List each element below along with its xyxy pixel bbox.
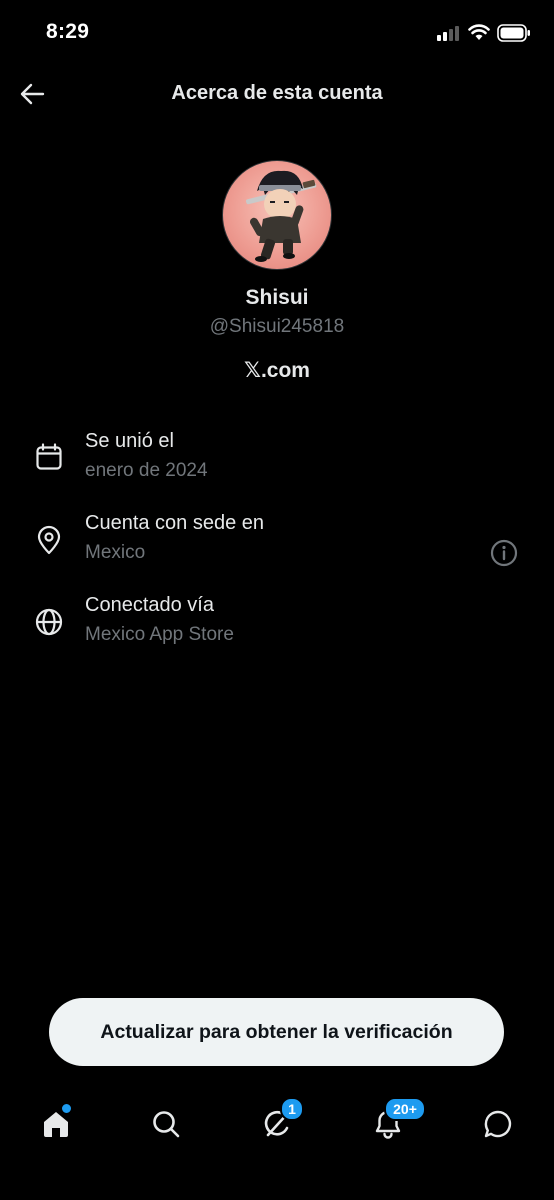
header: Acerca de esta cuenta: [0, 66, 554, 122]
status-bar: 8:29: [0, 0, 554, 66]
info-row-title: Cuenta con sede en: [85, 512, 265, 534]
info-circle-icon[interactable]: [489, 538, 519, 568]
notifications-badge: 20+: [384, 1097, 426, 1121]
info-row-title: Se unió el: [85, 430, 174, 452]
profile-handle: @Shisui245818: [209, 316, 345, 337]
info-row-location: Cuenta con sede en Mexico: [0, 512, 554, 576]
avatar[interactable]: [222, 160, 332, 270]
search-icon: [153, 1111, 180, 1138]
signal-icon: [437, 26, 459, 41]
nav-grok[interactable]: 1: [257, 1097, 304, 1144]
bottom-nav: 1 20+: [0, 1086, 554, 1200]
status-time: 8:29: [46, 20, 90, 43]
globe-icon: [35, 608, 63, 636]
profile-site: 𝕏.com: [244, 359, 310, 382]
avatar-image: [246, 170, 317, 262]
info-row-value: enero de 2024: [85, 460, 208, 481]
grok-badge: 1: [280, 1097, 304, 1121]
info-row-connected: Conectado vía Mexico App Store: [0, 594, 554, 658]
info-row-value: Mexico App Store: [85, 624, 234, 645]
calendar-icon: [36, 443, 62, 470]
info-row-joined: Se unió el enero de 2024: [0, 430, 554, 494]
info-row-value: Mexico: [85, 542, 146, 563]
new-posts-dot: [60, 1102, 73, 1115]
location-pin-icon: [37, 525, 61, 555]
nav-home[interactable]: [36, 1102, 76, 1144]
profile-name: Shisui: [245, 286, 309, 309]
page-title: Acerca de esta cuenta: [171, 82, 383, 104]
info-row-title: Conectado vía: [85, 594, 214, 616]
chat-bubble-icon: [484, 1110, 512, 1138]
battery-icon: [497, 24, 530, 42]
nav-notifications[interactable]: 20+: [368, 1097, 426, 1144]
nav-messages[interactable]: [478, 1104, 518, 1144]
wifi-icon: [468, 24, 490, 40]
nav-search[interactable]: [146, 1104, 186, 1144]
get-verified-button[interactable]: Actualizar para obtener la verificación: [49, 998, 504, 1066]
